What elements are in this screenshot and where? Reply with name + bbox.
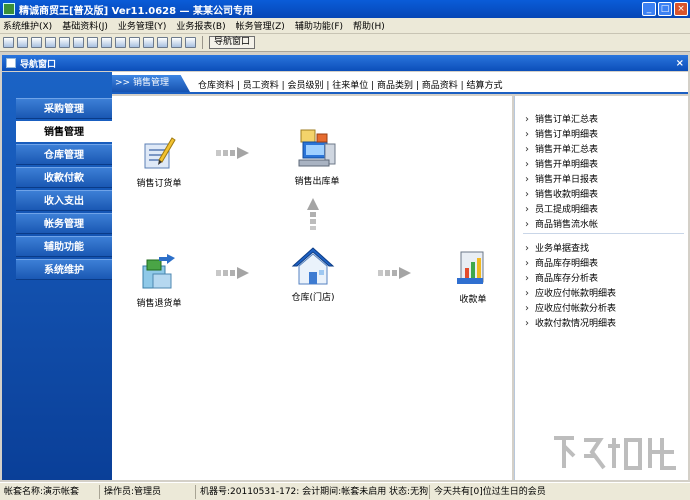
status-bar: 帐套名称:演示帐套 操作员:管理员 机器号:20110531-172: 会计期间…: [0, 482, 690, 500]
window-title: 精诚商贸王[普及版] Ver11.0628 — 某某公司专用: [19, 5, 254, 17]
tab-current-sales[interactable]: >> 销售管理: [112, 75, 190, 92]
toolbar-icon-11[interactable]: [143, 37, 154, 48]
nav-window-titlebar: 导航窗口 ×: [2, 55, 688, 71]
menu-auxiliary[interactable]: 辅助功能(F): [295, 19, 343, 32]
nav-purchase[interactable]: 采购管理: [16, 98, 112, 119]
menu-basic-data[interactable]: 基础资料(J): [62, 19, 108, 32]
flow-canvas: 销售订货单 销售出库单 销售退货单 仓库(门店) 收款单: [112, 96, 512, 480]
menu-system[interactable]: 系统维护(X): [3, 19, 52, 32]
nav-window-title: 导航窗口: [20, 59, 57, 70]
toolbar-icon-2[interactable]: [17, 37, 28, 48]
nav-accounts[interactable]: 帐务管理: [16, 213, 112, 234]
title-bar: 精诚商贸王[普及版] Ver11.0628 — 某某公司专用 _ □ ×: [0, 0, 690, 18]
label-sales-order: 销售订货单: [136, 179, 182, 189]
report-link[interactable]: 销售收款明细表: [525, 187, 598, 200]
report-link[interactable]: 业务单据查找: [525, 241, 589, 254]
menu-help[interactable]: 帮助(H): [353, 19, 385, 32]
status-machine: 机器号:20110531-172: 会计期间:帐套未启用 状态:无狗: [196, 484, 430, 499]
watermark-logo-icon: [554, 436, 676, 470]
arrow-right-icon: [216, 267, 249, 279]
menu-accounts[interactable]: 帐务管理(Z): [236, 19, 285, 32]
toolbar-icon-8[interactable]: [101, 37, 112, 48]
report-link[interactable]: 应收应付帐款分析表: [525, 301, 616, 314]
house-icon: [291, 247, 335, 285]
node-sales-return[interactable]: 销售退货单: [124, 252, 194, 309]
menu-reports[interactable]: 业务报表(B): [176, 19, 225, 32]
report-links-panel: 销售订单汇总表 销售订单明细表 销售开单汇总表 销售开单明细表 销售开单日报表 …: [514, 96, 688, 480]
node-warehouse-store[interactable]: 仓库(门店): [278, 246, 348, 303]
nav-warehouse[interactable]: 仓库管理: [16, 144, 112, 165]
nav-income-expense[interactable]: 收入支出: [16, 190, 112, 211]
order-form-icon: [144, 137, 176, 169]
close-button[interactable]: ×: [674, 2, 688, 16]
arrow-right-icon: [216, 147, 249, 159]
menu-bar: 系统维护(X) 基础资料(J) 业务管理(Y) 业务报表(B) 帐务管理(Z) …: [0, 18, 690, 34]
toolbar-icon-3[interactable]: [31, 37, 42, 48]
report-link[interactable]: 销售订单明细表: [525, 127, 598, 140]
outbound-computer-icon: [298, 129, 336, 167]
status-birthday: 今天共有[0]位过生日的会员: [434, 486, 546, 497]
menu-business[interactable]: 业务管理(Y): [118, 19, 167, 32]
label-warehouse-store: 仓库(门店): [291, 293, 335, 303]
toolbar-icon-12[interactable]: [157, 37, 168, 48]
status-operator: 操作员:管理员: [100, 484, 196, 499]
node-receipt[interactable]: 收款单: [438, 248, 508, 305]
status-account: 帐套名称:演示帐套: [0, 484, 100, 499]
nav-window-button[interactable]: 导航窗口: [209, 36, 256, 49]
minimize-button[interactable]: _: [642, 2, 656, 16]
nav-auxiliary[interactable]: 辅助功能: [16, 236, 112, 257]
report-link[interactable]: 销售开单日报表: [525, 172, 598, 185]
report-link[interactable]: 销售开单汇总表: [525, 142, 598, 155]
label-receipt: 收款单: [459, 295, 487, 305]
toolbar-icon-5[interactable]: [59, 37, 70, 48]
toolbar-icon-9[interactable]: [115, 37, 126, 48]
nav-window-icon: [6, 58, 16, 68]
label-sales-return: 销售退货单: [136, 299, 182, 309]
report-link[interactable]: 销售开单明细表: [525, 157, 598, 170]
report-link[interactable]: 销售订单汇总表: [525, 112, 598, 125]
label-sales-outbound: 销售出库单: [294, 177, 340, 187]
report-link[interactable]: 应收应付帐款明细表: [525, 286, 616, 299]
nav-system[interactable]: 系统维护: [16, 259, 112, 280]
quick-links[interactable]: 仓库资料 | 员工资料 | 会员级别 | 往来单位 | 商品类别 | 商品资料 …: [198, 78, 503, 91]
nav-receipts-payments[interactable]: 收款付款: [16, 167, 112, 188]
return-goods-icon: [142, 254, 175, 289]
toolbar-icon-7[interactable]: [87, 37, 98, 48]
nav-sales[interactable]: 销售管理: [16, 121, 112, 142]
node-sales-outbound[interactable]: 销售出库单: [282, 128, 352, 187]
toolbar-icon-1[interactable]: [3, 37, 14, 48]
toolbar-icon-14[interactable]: [185, 37, 196, 48]
report-link[interactable]: 员工提成明细表: [525, 202, 598, 215]
left-nav-panel: 采购管理 销售管理 仓库管理 收款付款 收入支出 帐务管理 辅助功能 系统维护: [2, 72, 112, 480]
tab-strip: >> 销售管理 仓库资料 | 员工资料 | 会员级别 | 往来单位 | 商品类别…: [112, 72, 688, 94]
report-link[interactable]: 收款付款情况明细表: [525, 316, 616, 329]
toolbar-icon-10[interactable]: [129, 37, 140, 48]
report-group-divider: [523, 233, 684, 234]
toolbar-separator: [202, 36, 203, 49]
nav-window-close-icon[interactable]: ×: [676, 58, 684, 69]
toolbar-icon-13[interactable]: [171, 37, 182, 48]
toolbar-icon-4[interactable]: [45, 37, 56, 48]
arrow-right-icon: [378, 267, 411, 279]
app-icon: [3, 3, 15, 15]
node-sales-order[interactable]: 销售订货单: [124, 134, 194, 189]
report-link[interactable]: 商品销售流水帐: [525, 217, 598, 230]
toolbar-icon-6[interactable]: [73, 37, 84, 48]
maximize-button[interactable]: □: [658, 2, 672, 16]
receipt-chart-icon: [457, 251, 484, 284]
report-link[interactable]: 商品库存分析表: [525, 271, 598, 284]
report-link[interactable]: 商品库存明细表: [525, 256, 598, 269]
toolbar: 导航窗口: [0, 34, 690, 52]
arrow-up-icon: [307, 198, 319, 230]
